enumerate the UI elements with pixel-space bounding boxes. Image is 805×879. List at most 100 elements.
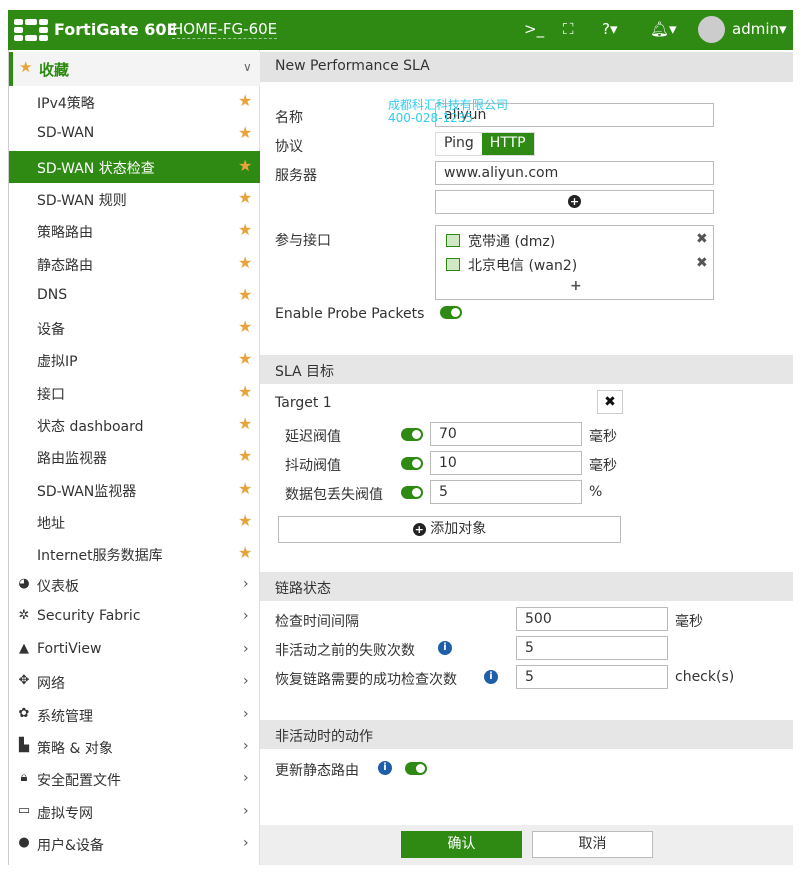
star-icon[interactable]: ★ bbox=[238, 156, 252, 175]
sla-threshold-input[interactable]: 10 bbox=[430, 451, 582, 475]
interface-item: 宽带通 (dmz) bbox=[468, 234, 556, 250]
sla-threshold-toggle[interactable] bbox=[401, 486, 423, 499]
star-icon[interactable]: ★ bbox=[238, 91, 252, 110]
info-icon[interactable]: i bbox=[378, 761, 392, 775]
add-target-button[interactable]: + 添加对象 bbox=[278, 516, 621, 543]
menu-item[interactable]: ✿ 系统管理 › bbox=[9, 699, 260, 731]
favorite-label: 状态 dashboard bbox=[37, 419, 144, 435]
link-section-header: 链路状态 bbox=[260, 572, 793, 601]
link-setting-input[interactable]: 500 bbox=[516, 607, 668, 631]
chevron-right-icon: › bbox=[243, 576, 249, 592]
info-icon[interactable]: i bbox=[438, 641, 452, 655]
protocol-label: 协议 bbox=[275, 139, 303, 155]
add-interface-icon[interactable]: + bbox=[570, 278, 582, 294]
main-panel: New Performance SLA 名称 aliyun 成都科汇科技有限公司… bbox=[260, 50, 793, 865]
sla-threshold-toggle[interactable] bbox=[401, 428, 423, 441]
star-icon[interactable]: ★ bbox=[238, 414, 252, 433]
star-icon[interactable]: ★ bbox=[238, 349, 252, 368]
favorite-item[interactable]: 接口 ★ bbox=[9, 377, 260, 409]
remove-icon[interactable]: ✖ bbox=[696, 231, 708, 247]
server-input[interactable]: www.aliyun.com bbox=[435, 161, 714, 185]
ok-button[interactable]: 确认 bbox=[401, 831, 522, 858]
star-icon[interactable]: ★ bbox=[238, 317, 252, 336]
update-static-toggle[interactable] bbox=[405, 762, 427, 775]
menu-item[interactable]: ▭ 虚拟专网 › bbox=[9, 796, 260, 828]
target-label: Target 1 bbox=[275, 395, 332, 411]
star-icon[interactable]: ★ bbox=[238, 479, 252, 498]
info-icon[interactable]: i bbox=[484, 670, 498, 684]
favorite-item[interactable]: DNS ★ bbox=[9, 280, 260, 312]
favorite-item[interactable]: 设备 ★ bbox=[9, 312, 260, 344]
favorite-item[interactable]: SD-WAN ★ bbox=[9, 118, 260, 150]
hostname[interactable]: HOME-FG-60E bbox=[172, 20, 278, 39]
star-icon[interactable]: ★ bbox=[238, 188, 252, 207]
add-server-button[interactable]: + bbox=[435, 190, 714, 214]
favorites-header[interactable]: ★ 收藏 ∨ bbox=[9, 52, 260, 86]
menu-label: Security Fabric bbox=[37, 608, 141, 625]
favorite-item[interactable]: 虚拟IP ★ bbox=[9, 344, 260, 376]
cancel-button[interactable]: 取消 bbox=[532, 831, 653, 858]
star-icon[interactable]: ★ bbox=[238, 446, 252, 465]
favorite-item[interactable]: SD-WAN 规则 ★ bbox=[9, 183, 260, 215]
menu-item[interactable]: ● 用户&设备 › bbox=[9, 828, 260, 860]
sla-threshold-input[interactable]: 70 bbox=[430, 422, 582, 446]
protocol-http[interactable]: HTTP bbox=[481, 133, 534, 155]
link-setting-label: 检查时间间隔 bbox=[275, 614, 359, 630]
remove-icon[interactable]: ✖ bbox=[696, 255, 708, 271]
favorite-item[interactable]: 状态 dashboard ★ bbox=[9, 409, 260, 441]
favorite-label: 策略路由 bbox=[37, 225, 93, 242]
favorite-item[interactable]: 策略路由 ★ bbox=[9, 215, 260, 247]
star-icon[interactable]: ★ bbox=[238, 382, 252, 401]
favorite-item[interactable]: 地址 ★ bbox=[9, 506, 260, 538]
lock-icon: 🔒︎ bbox=[20, 770, 28, 786]
probe-toggle[interactable] bbox=[440, 306, 462, 319]
favorite-item[interactable]: 路由监视器 ★ bbox=[9, 441, 260, 473]
favorite-label: 路由监视器 bbox=[37, 451, 107, 468]
menu-item[interactable]: ◕ 仪表板 › bbox=[9, 569, 260, 601]
menu-label: 仪表板 bbox=[37, 579, 79, 595]
menu-label: FortiView bbox=[37, 640, 102, 657]
policy-icon: ▙ bbox=[19, 738, 29, 753]
laptop-icon: ▭ bbox=[17, 802, 31, 818]
protocol-toggle: Ping HTTP bbox=[435, 132, 535, 156]
favorite-item[interactable]: 静态路由 ★ bbox=[9, 248, 260, 280]
bell-icon[interactable]: 🔔︎▾ bbox=[650, 20, 677, 38]
chevron-right-icon: › bbox=[243, 770, 249, 787]
favorite-item[interactable]: IPv4策略 ★ bbox=[9, 86, 260, 118]
favorite-item[interactable]: SD-WAN 状态检查 ★ bbox=[9, 150, 260, 183]
help-icon[interactable]: ?▾ bbox=[602, 20, 618, 38]
interfaces-list[interactable]: 宽带通 (dmz) ✖ 北京电信 (wan2) ✖ + bbox=[435, 225, 714, 300]
link-setting-input[interactable]: 5 bbox=[516, 665, 668, 689]
star-icon[interactable]: ★ bbox=[238, 511, 252, 530]
sla-threshold-toggle[interactable] bbox=[401, 457, 423, 470]
favorite-label: 地址 bbox=[37, 515, 65, 532]
star-icon[interactable]: ★ bbox=[238, 253, 252, 272]
favorite-item[interactable]: Internet服务数据库 ★ bbox=[9, 538, 260, 570]
star-icon[interactable]: ★ bbox=[238, 123, 252, 142]
user-menu[interactable]: admin▾ bbox=[732, 20, 787, 38]
star-icon[interactable]: ★ bbox=[238, 220, 252, 239]
plus-circle-icon: + bbox=[412, 523, 426, 536]
fullscreen-icon[interactable]: ⛶ bbox=[563, 20, 574, 38]
protocol-ping[interactable]: Ping bbox=[436, 133, 482, 155]
link-setting-input[interactable]: 5 bbox=[516, 636, 668, 660]
menu-item[interactable]: ✲ Security Fabric › bbox=[9, 601, 260, 633]
menu-item[interactable]: ✥ 网络 › bbox=[9, 666, 260, 698]
favorite-item[interactable]: SD-WAN监视器 ★ bbox=[9, 474, 260, 506]
menu-label: 系统管理 bbox=[37, 708, 93, 725]
menu-item[interactable]: ▲ FortiView › bbox=[9, 634, 260, 666]
avatar[interactable] bbox=[698, 16, 725, 43]
favorites-label: 收藏 bbox=[39, 61, 70, 79]
dashboard-icon: ◕ bbox=[18, 576, 30, 591]
chevron-right-icon: › bbox=[243, 738, 249, 754]
page-title-bar: New Performance SLA bbox=[260, 52, 793, 82]
cli-console-icon[interactable]: >_ bbox=[524, 20, 544, 38]
menu-item[interactable]: ▙ 策略 & 对象 › bbox=[9, 731, 260, 763]
star-icon[interactable]: ★ bbox=[238, 543, 252, 562]
remove-target-button[interactable]: ✖ bbox=[597, 390, 623, 414]
menu-item[interactable]: 🔒︎ 安全配置文件 › bbox=[9, 763, 260, 795]
favorite-label: SD-WAN bbox=[37, 125, 95, 142]
star-icon[interactable]: ★ bbox=[238, 285, 252, 304]
sla-threshold-label: 抖动阀值 bbox=[285, 458, 341, 474]
sla-threshold-input[interactable]: 5 bbox=[430, 480, 582, 504]
